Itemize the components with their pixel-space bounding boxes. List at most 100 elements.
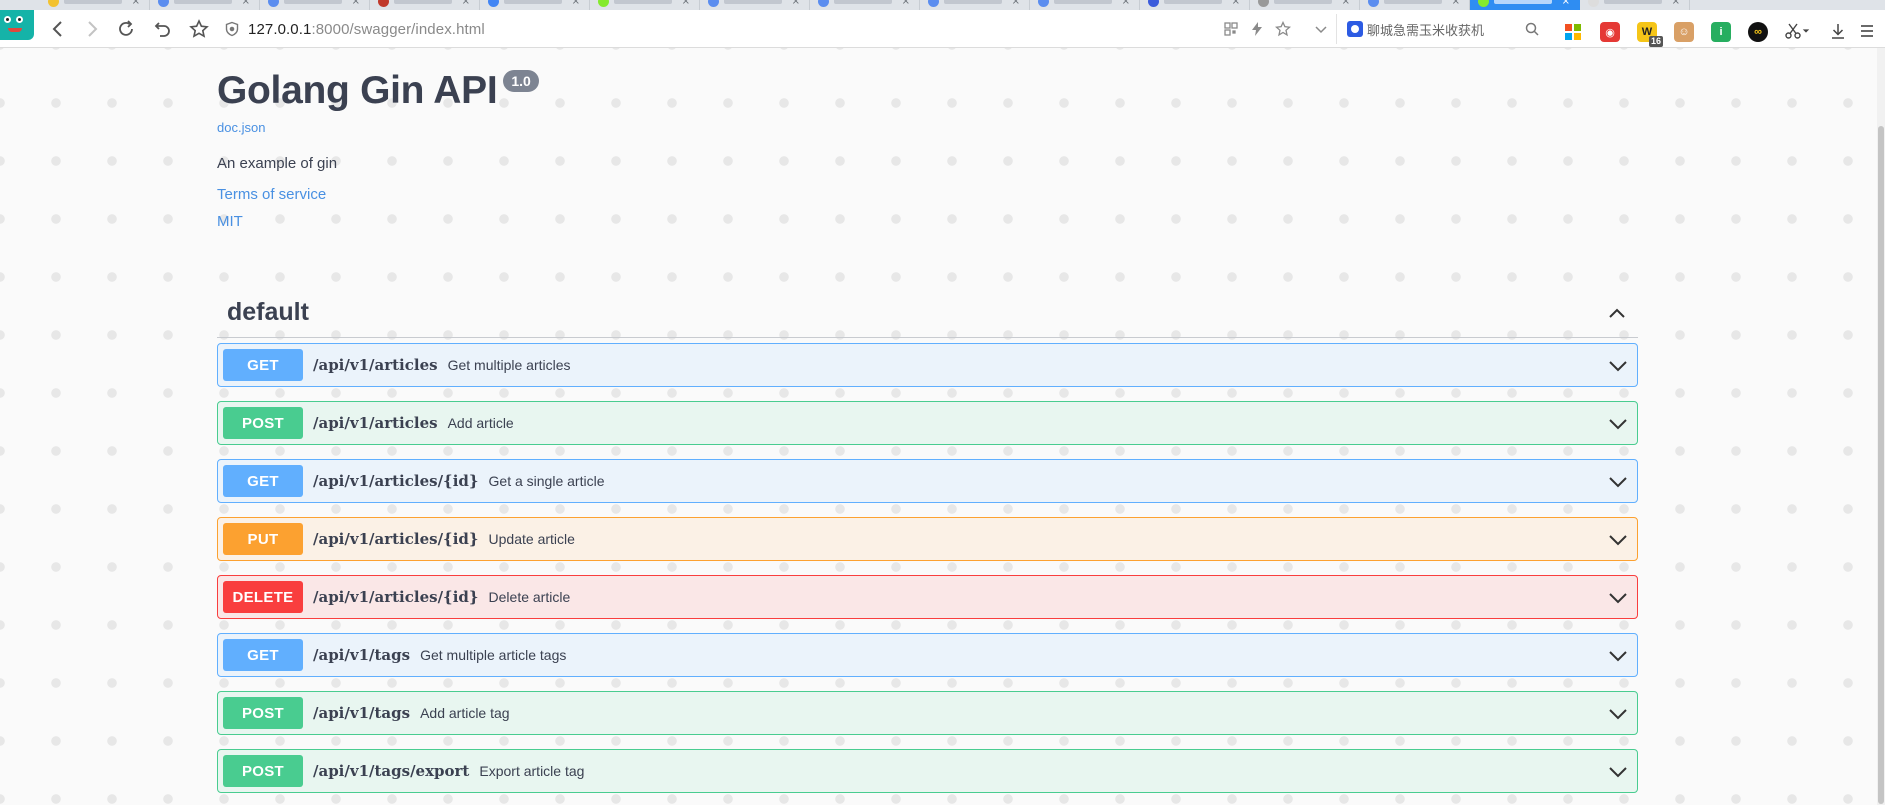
tab-favicon-icon	[488, 0, 499, 7]
browser-tab[interactable]: ×	[1360, 0, 1470, 10]
extension-button-badge[interactable]: W 16	[1637, 22, 1663, 47]
operation-row[interactable]: GET /api/v1/articles Get multiple articl…	[217, 343, 1638, 387]
tab-favicon-icon	[378, 0, 389, 7]
tab-close-icon[interactable]: ×	[1452, 0, 1460, 7]
tab-favicon-icon	[1148, 0, 1159, 7]
chevron-down-icon[interactable]	[1605, 643, 1631, 669]
method-badge: POST	[223, 697, 303, 729]
tab-close-icon[interactable]: ×	[1342, 0, 1350, 7]
speed-mode-button[interactable]	[1248, 20, 1266, 38]
chevron-down-icon[interactable]	[1605, 411, 1631, 437]
tab-favicon-icon	[1478, 0, 1489, 7]
favorite-button[interactable]	[1274, 20, 1292, 38]
operation-path: /api/v1/tags	[313, 646, 411, 664]
tab-favicon-icon	[48, 0, 59, 7]
browser-tab[interactable]: ×	[920, 0, 1030, 10]
tag-header[interactable]: default	[217, 288, 1638, 338]
operation-row[interactable]: POST /api/v1/tags Add article tag	[217, 691, 1638, 735]
browser-tab[interactable]: ×	[810, 0, 920, 10]
license-link[interactable]: MIT	[217, 213, 1637, 230]
chevron-up-icon[interactable]	[1606, 302, 1628, 324]
tab-close-icon[interactable]: ×	[352, 0, 360, 7]
operation-path: /api/v1/tags/export	[313, 762, 470, 780]
operation-row[interactable]: POST /api/v1/tags/export Export article …	[217, 749, 1638, 793]
tab-close-icon[interactable]: ×	[902, 0, 910, 7]
tab-close-icon[interactable]: ×	[1232, 0, 1240, 7]
address-bar[interactable]: 127.0.0.1:8000/swagger/index.html	[224, 14, 1334, 44]
scrollbar-thumb[interactable]	[1878, 126, 1884, 804]
browser-tab-active[interactable]: ×	[1470, 0, 1580, 10]
extension-button[interactable]: ∞	[1748, 22, 1768, 42]
operation-path: /api/v1/articles	[313, 414, 438, 432]
browser-tab[interactable]: ×	[40, 0, 150, 10]
search-engine-icon	[1347, 21, 1363, 37]
chevron-down-icon[interactable]	[1605, 701, 1631, 727]
operation-row[interactable]: POST /api/v1/articles Add article	[217, 401, 1638, 445]
spec-url-link[interactable]: doc.json	[217, 120, 1637, 135]
search-box[interactable]: 聊城急需玉米收获机	[1336, 14, 1546, 44]
browser-tab[interactable]: ×	[150, 0, 260, 10]
terms-of-service-link[interactable]: Terms of service	[217, 186, 1637, 203]
tab-favicon-icon	[818, 0, 829, 7]
tab-close-icon[interactable]: ×	[572, 0, 580, 7]
browser-tab[interactable]: ×	[370, 0, 480, 10]
method-badge: GET	[223, 465, 303, 497]
url-path: :8000/swagger/index.html	[311, 20, 485, 38]
address-dropdown-button[interactable]	[1312, 20, 1330, 38]
tab-close-icon[interactable]: ×	[1012, 0, 1020, 7]
hamburger-menu-icon	[1861, 25, 1873, 37]
chevron-down-icon[interactable]	[1605, 759, 1631, 785]
profile-avatar[interactable]	[0, 10, 34, 40]
method-badge: POST	[223, 755, 303, 787]
tab-favicon-icon	[708, 0, 719, 7]
tab-close-icon[interactable]: ×	[242, 0, 250, 7]
browser-tab[interactable]: ×	[480, 0, 590, 10]
browser-tab[interactable]: ×	[1030, 0, 1140, 10]
tab-favicon-icon	[1368, 0, 1379, 7]
operation-row[interactable]: GET /api/v1/tags Get multiple article ta…	[217, 633, 1638, 677]
back-button[interactable]	[46, 17, 70, 41]
tab-close-icon[interactable]: ×	[1562, 0, 1570, 7]
browser-tab[interactable]: ×	[590, 0, 700, 10]
operation-path: /api/v1/articles/{id}	[313, 588, 479, 606]
bookmark-button[interactable]	[187, 17, 211, 41]
info-extension-button[interactable]: i	[1711, 22, 1731, 42]
tab-close-icon[interactable]: ×	[462, 0, 470, 7]
qr-code-button[interactable]	[1222, 20, 1240, 38]
tab-close-icon[interactable]: ×	[682, 0, 690, 7]
undo-icon	[154, 22, 170, 37]
tab-close-icon[interactable]: ×	[1672, 0, 1680, 7]
browser-tab[interactable]: ×	[1140, 0, 1250, 10]
tab-close-icon[interactable]: ×	[1122, 0, 1130, 7]
operation-summary: Delete article	[488, 589, 571, 605]
tab-close-icon[interactable]: ×	[132, 0, 140, 7]
extension-button[interactable]: ◉	[1600, 22, 1620, 42]
operation-row[interactable]: GET /api/v1/articles/{id} Get a single a…	[217, 459, 1638, 503]
page-scrollbar[interactable]	[1877, 48, 1885, 805]
reload-button[interactable]	[114, 17, 138, 41]
tab-close-icon[interactable]: ×	[792, 0, 800, 7]
browser-tab[interactable]: ×	[260, 0, 370, 10]
operation-row[interactable]: PUT /api/v1/articles/{id} Update article	[217, 517, 1638, 561]
search-icon[interactable]	[1524, 21, 1540, 37]
screenshot-dropdown[interactable]	[1800, 20, 1812, 42]
title-row: Golang Gin API 1.0	[217, 62, 1637, 120]
downloads-button[interactable]	[1827, 20, 1849, 42]
extension-button[interactable]: ☺	[1674, 22, 1694, 42]
reload-icon	[119, 20, 133, 36]
browser-tab[interactable]: ×	[700, 0, 810, 10]
chevron-down-icon[interactable]	[1605, 527, 1631, 553]
undo-close-button[interactable]	[151, 17, 175, 41]
operation-row[interactable]: DELETE /api/v1/articles/{id} Delete arti…	[217, 575, 1638, 619]
menu-button[interactable]	[1856, 20, 1878, 42]
chevron-down-icon[interactable]	[1605, 353, 1631, 379]
glasses-icon: ∞	[1754, 26, 1762, 38]
browser-tab[interactable]: ×	[1580, 0, 1690, 10]
chevron-down-icon[interactable]	[1605, 469, 1631, 495]
browser-tab[interactable]: ×	[1250, 0, 1360, 10]
tag-name: default	[227, 298, 309, 326]
operation-path: /api/v1/articles	[313, 356, 438, 374]
chevron-down-icon[interactable]	[1605, 585, 1631, 611]
apps-grid-button[interactable]	[1563, 22, 1583, 42]
forward-button[interactable]	[80, 17, 104, 41]
